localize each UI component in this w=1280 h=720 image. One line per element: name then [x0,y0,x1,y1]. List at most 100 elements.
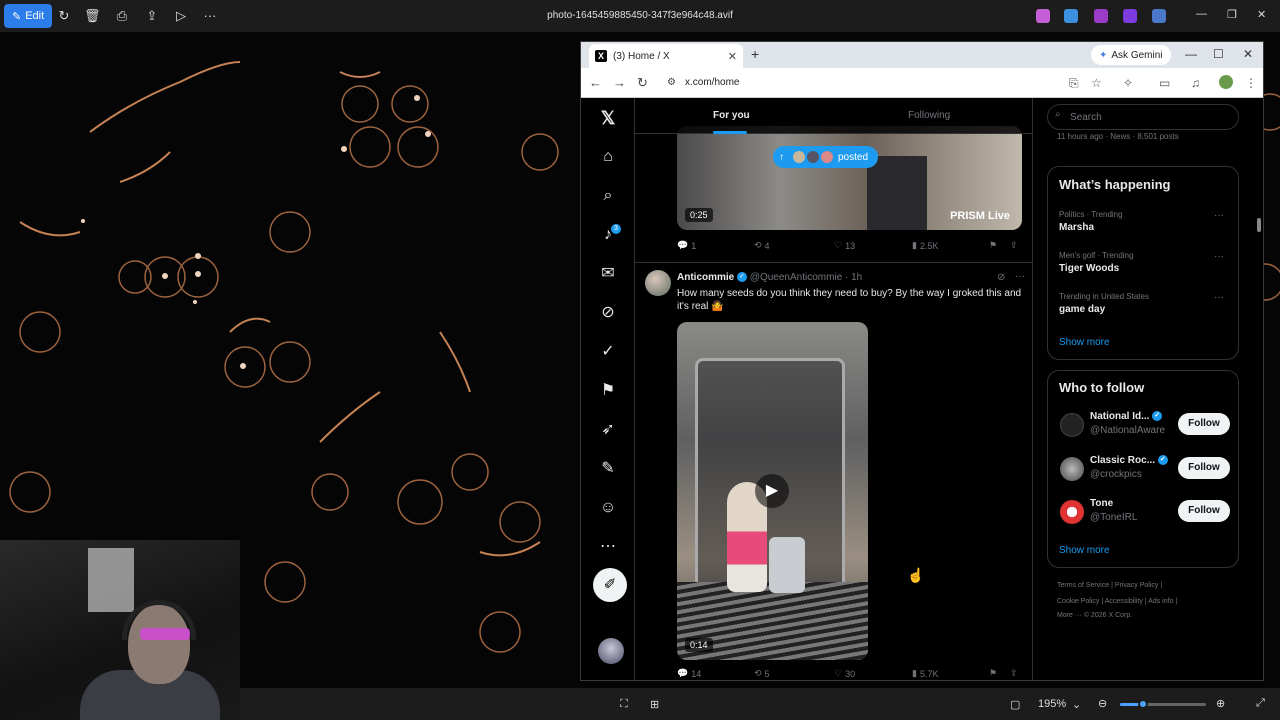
reply-button[interactable]: 💬 1 [677,240,696,251]
right-sidebar: ⌕ Search 11 hours ago · News · 8,501 pos… [1033,98,1263,680]
like-button[interactable]: ♡ 13 [834,240,855,251]
app-icon[interactable] [1123,9,1137,23]
bookmarks-icon[interactable]: ⚑ [598,381,618,401]
articles-icon[interactable]: ✎ [598,459,618,479]
new-tab-icon[interactable]: + [751,46,759,62]
like-button[interactable]: ♡ 30 [834,668,855,679]
bookmark-icon[interactable]: ⚑ [989,240,997,251]
avatar[interactable] [1060,500,1084,524]
home-icon[interactable]: ⌂ [598,147,618,167]
author-handle[interactable]: @QueenAnticommie · 1h [750,272,862,283]
video-player[interactable]: ▶ 0:14 [677,322,868,660]
explore-icon[interactable]: ⌕ [598,186,618,206]
views-button[interactable]: ▮ 5.7K [912,668,938,679]
follow-button[interactable]: Follow [1178,500,1230,522]
messages-icon[interactable]: ✉ [598,264,618,284]
zoom-level[interactable]: 195% [1038,698,1066,710]
install-icon[interactable]: ⎘ [1069,76,1079,91]
views-button[interactable]: ▮ 2.5K [912,240,938,251]
footer-links[interactable]: Cookie Policy | Accessibility | Ads info… [1057,598,1177,605]
grok-icon[interactable]: ⊘ [997,272,1005,283]
avatar[interactable] [1060,413,1084,437]
search-input[interactable]: Search [1047,104,1239,130]
maximize-icon[interactable]: ❐ [1227,8,1237,21]
fit-icon[interactable]: ⛶ [620,698,628,711]
more-icon[interactable]: ··· [1015,271,1025,282]
share-icon[interactable]: ⇪ [1010,240,1018,251]
repost-button[interactable]: ⟲ 5 [754,668,770,679]
play-icon[interactable]: ▶ [755,474,789,508]
zoom-in-icon[interactable]: ⊕ [1216,697,1225,710]
views-icon: ▮ [912,668,917,678]
app-icon[interactable] [1064,9,1078,23]
avatar[interactable] [645,270,671,296]
trend-item[interactable]: Marsha [1059,222,1094,233]
follow-button[interactable]: Follow [1178,457,1230,479]
url-field[interactable]: x.com/home [685,77,739,88]
ask-gemini-button[interactable]: ✦ Ask Gemini [1091,45,1171,65]
info-icon[interactable]: ⊞ [650,698,659,711]
x-logo-icon[interactable]: 𝕏 [598,108,618,128]
new-posts-pill[interactable]: ↑ posted [773,146,879,168]
share-icon[interactable]: ⇪ [1010,668,1018,679]
menu-icon[interactable]: ⋮ [1245,76,1257,90]
close-icon[interactable]: ✕ [728,50,737,63]
author-name[interactable]: Anticommie [677,272,734,283]
footer-links[interactable]: More ··· © 2026 X Corp. [1057,612,1132,619]
avatar[interactable] [1060,457,1084,481]
extensions-icon[interactable]: ✧ [1123,76,1133,90]
close-icon[interactable]: ✕ [1243,47,1253,61]
video-player[interactable]: 0:25 PRISM Live [677,126,1022,230]
chevron-down-icon[interactable]: ⌄ [1072,698,1081,711]
repost-button[interactable]: ⟲ 4 [754,240,770,251]
show-more-link[interactable]: Show more [1059,337,1110,348]
account-avatar[interactable] [598,638,624,664]
close-icon[interactable]: ✕ [1257,8,1266,21]
tab-title: (3) Home / X [613,50,670,62]
minimize-icon[interactable]: — [1196,8,1207,20]
copilot-icon[interactable] [1036,9,1050,23]
more-icon[interactable]: ··· [1214,251,1224,262]
forward-icon[interactable]: → [613,75,626,90]
scrollbar[interactable] [1257,218,1261,232]
reload-icon[interactable]: ↻ [637,75,648,91]
media-icon[interactable]: ♫ [1191,76,1200,90]
tab-for-you[interactable]: For you [713,110,750,121]
more-icon[interactable]: ⋯ [598,537,618,557]
cast-icon[interactable]: ▭ [1159,76,1170,90]
zoom-out-icon[interactable]: ⊖ [1098,697,1107,710]
more-icon[interactable]: ··· [1214,210,1224,221]
trend-item[interactable]: game day [1059,304,1105,315]
compose-post-button[interactable]: ✐ [593,568,627,602]
more-icon[interactable]: ··· [1214,292,1224,303]
star-icon[interactable]: ☆ [1091,76,1102,90]
trend-item[interactable]: Tiger Woods [1059,263,1119,274]
maximize-icon[interactable]: ☐ [1213,47,1224,61]
reply-button[interactable]: 💬 14 [677,668,701,679]
footer-links[interactable]: Terms of Service | Privacy Policy | [1057,582,1162,589]
profile-icon[interactable]: ☺ [598,498,618,518]
bookmark-icon[interactable]: ⚑ [989,668,997,679]
fullscreen-icon[interactable]: ⤢ [1256,697,1265,710]
back-icon[interactable]: ← [589,75,602,90]
premium-icon[interactable]: ✓ [598,342,618,362]
profile-avatar[interactable] [1219,75,1233,89]
jobs-icon[interactable]: ➶ [598,420,618,440]
grok-icon[interactable]: ⊘ [598,303,618,323]
cloud-icon[interactable] [1152,9,1166,23]
minimize-icon[interactable]: — [1185,47,1197,61]
zoom-slider-handle[interactable] [1138,699,1148,709]
account-name[interactable]: National Id... ✓ [1090,411,1163,422]
trend-meta: Politics · Trending [1059,210,1123,219]
reply-icon: 💬 [677,668,689,678]
show-more-link[interactable]: Show more [1059,545,1110,556]
news-meta: 11 hours ago · News · 8,501 posts [1057,132,1179,141]
actual-size-icon[interactable]: ▢ [1010,698,1020,711]
account-name[interactable]: Tone [1090,498,1113,509]
app-icon[interactable] [1094,9,1108,23]
account-name[interactable]: Classic Roc... ✓ [1090,455,1168,466]
tab-following[interactable]: Following [908,110,950,121]
browser-tab[interactable]: X (3) Home / X ✕ [589,44,743,68]
site-info-icon[interactable]: ⚙ [667,77,676,88]
follow-button[interactable]: Follow [1178,413,1230,435]
